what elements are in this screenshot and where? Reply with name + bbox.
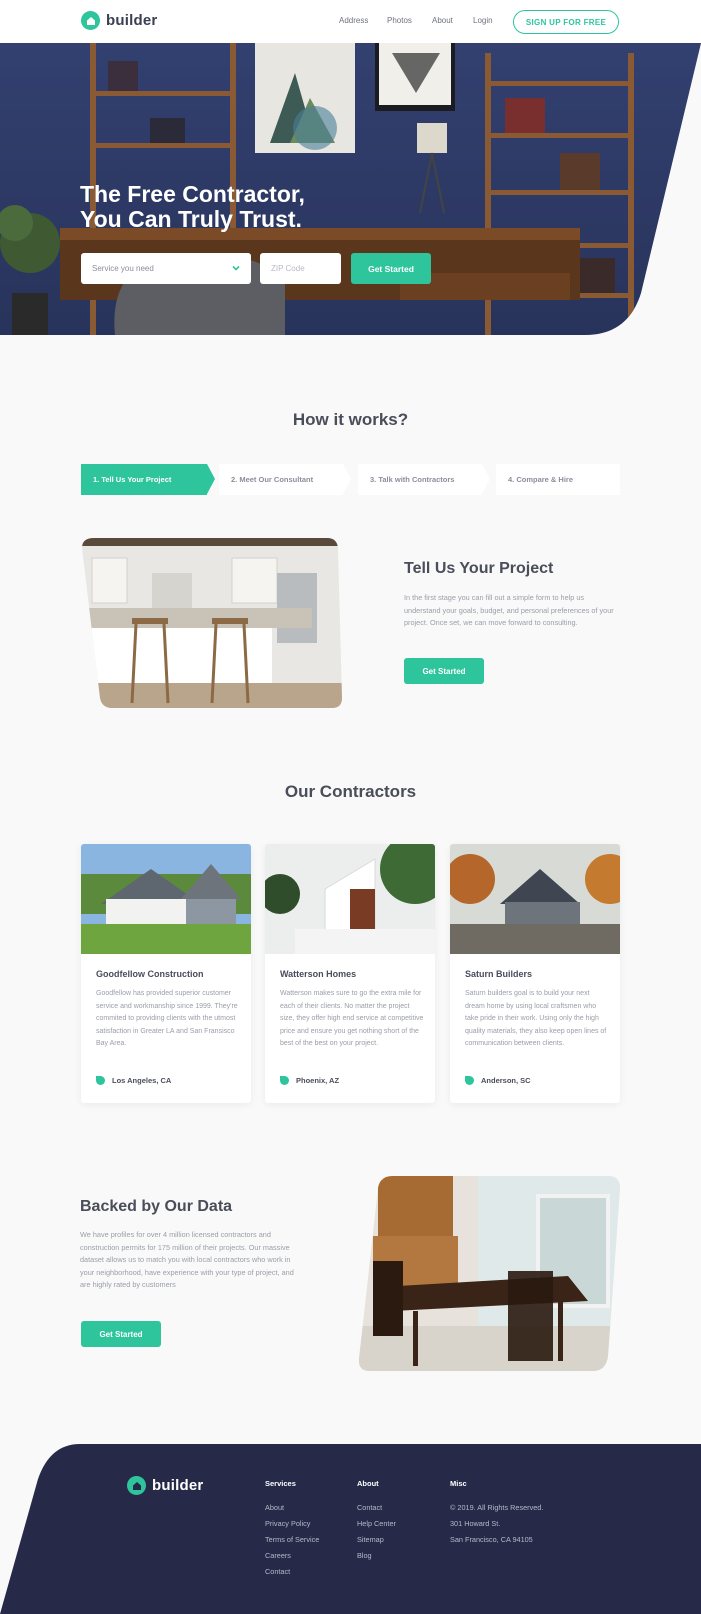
location-label: Phoenix, AZ (296, 1076, 340, 1085)
contractor-location: Los Angeles, CA (96, 1076, 171, 1085)
footer-link-contact[interactable]: Contact (265, 1567, 290, 1576)
step-tab-1[interactable]: 1. Tell Us Your Project (81, 464, 215, 495)
footer-link-sitemap[interactable]: Sitemap (357, 1535, 384, 1544)
step-label: 3. Talk with Contractors (370, 475, 455, 484)
dining-room-photo (358, 1176, 620, 1371)
contractor-name: Saturn Builders (465, 969, 533, 979)
footer-heading-about: About (357, 1479, 379, 1488)
contractor-location: Anderson, SC (465, 1076, 531, 1085)
logo[interactable]: builder (81, 11, 157, 30)
hero-get-started-button[interactable]: Get Started (351, 253, 431, 284)
signup-button[interactable]: SIGN UP FOR FREE (513, 10, 619, 34)
footer-link-help-center[interactable]: Help Center (357, 1519, 396, 1528)
service-select[interactable]: Service you need (81, 253, 251, 284)
nav-login[interactable]: Login (473, 16, 493, 25)
hero-title-line-2: You Can Truly Trust. (80, 206, 302, 232)
footer-link-privacy[interactable]: Privacy Policy (265, 1519, 310, 1528)
contractor-name: Goodfellow Construction (96, 969, 204, 979)
step-arrow (482, 464, 490, 494)
location-label: Anderson, SC (481, 1076, 531, 1085)
chevron-down-icon (232, 265, 240, 271)
kitchen-photo (82, 538, 342, 708)
contractor-location: Phoenix, AZ (280, 1076, 339, 1085)
step-label: 4. Compare & Hire (508, 475, 574, 484)
step-label: 1. Tell Us Your Project (93, 475, 172, 484)
zip-code-input[interactable] (260, 253, 341, 284)
contractor-name: Watterson Homes (280, 969, 357, 979)
contractors-title: Our Contractors (284, 782, 417, 801)
footer-heading-misc: Misc (450, 1479, 467, 1488)
hero: The Free Contractor, You Can Truly Trust… (0, 43, 701, 335)
contractor-card[interactable]: Saturn Builders Saturn builders goal is … (450, 844, 620, 1103)
data-get-started-button[interactable]: Get Started (81, 1321, 161, 1347)
footer-link-terms[interactable]: Terms of Service (265, 1535, 319, 1544)
footer-address-street: 301 Howard St. (450, 1519, 501, 1528)
footer-link-about[interactable]: About (265, 1503, 284, 1512)
feature-get-started-button[interactable]: Get Started (404, 658, 484, 684)
house-icon (81, 11, 100, 30)
contractor-card[interactable]: Watterson Homes Watterson makes sure to … (265, 844, 435, 1103)
footer-address-city: San Francisco, CA 94105 (450, 1535, 533, 1544)
step-tab-3[interactable]: 3. Talk with Contractors (358, 464, 490, 495)
footer-logo[interactable]: builder (127, 1476, 203, 1495)
footer-heading-services: Services (265, 1479, 296, 1488)
contractor-description: Saturn builders goal is to build your ne… (465, 990, 607, 1047)
nav-photos[interactable]: Photos (387, 16, 412, 25)
logo-text: builder (106, 12, 158, 29)
step-tab-4[interactable]: 4. Compare & Hire (496, 464, 620, 495)
data-section-title: Backed by Our Data (80, 1198, 233, 1215)
location-label: Los Angeles, CA (112, 1076, 172, 1085)
footer-copyright: © 2019. All Rights Reserved. (450, 1503, 544, 1512)
service-select-placeholder: Service you need (92, 264, 154, 273)
nav-about[interactable]: About (432, 16, 453, 25)
hero-title: The Free Contractor, You Can Truly Trust… (80, 182, 400, 232)
step-arrow (207, 464, 215, 494)
location-pin-icon (96, 1076, 105, 1085)
step-tab-2[interactable]: 2. Meet Our Consultant (219, 464, 351, 495)
step-arrow (343, 464, 351, 494)
step-label: 2. Meet Our Consultant (231, 475, 314, 484)
footer-link-blog[interactable]: Blog (357, 1551, 372, 1560)
contractor-description: Watterson makes sure to go the extra mil… (280, 990, 424, 1047)
house-icon (127, 1476, 146, 1495)
contractor-card[interactable]: Goodfellow Construction Goodfellow has p… (81, 844, 251, 1103)
nav-address[interactable]: Address (339, 16, 368, 25)
how-it-works-title: How it works? (292, 410, 409, 429)
footer-link-contact[interactable]: Contact (357, 1503, 382, 1512)
location-pin-icon (280, 1076, 289, 1085)
footer-logo-text: builder (152, 1477, 204, 1494)
footer-link-careers[interactable]: Careers (265, 1551, 291, 1560)
contractor-photo (265, 844, 435, 954)
footer-background (0, 1444, 701, 1614)
contractor-photo (450, 844, 620, 954)
location-pin-icon (465, 1076, 474, 1085)
site-header: builder Address Photos About Login SIGN … (0, 0, 701, 43)
contractor-photo (81, 844, 251, 954)
contractor-description: Goodfellow has provided superior custome… (96, 990, 238, 1047)
feature-text: In the first stage you can fill out a si… (404, 593, 614, 628)
hero-title-line-1: The Free Contractor, (80, 181, 305, 207)
feature-title: Tell Us Your Project (404, 560, 554, 577)
data-section-text: We have profiles for over 4 million lice… (80, 1230, 294, 1290)
